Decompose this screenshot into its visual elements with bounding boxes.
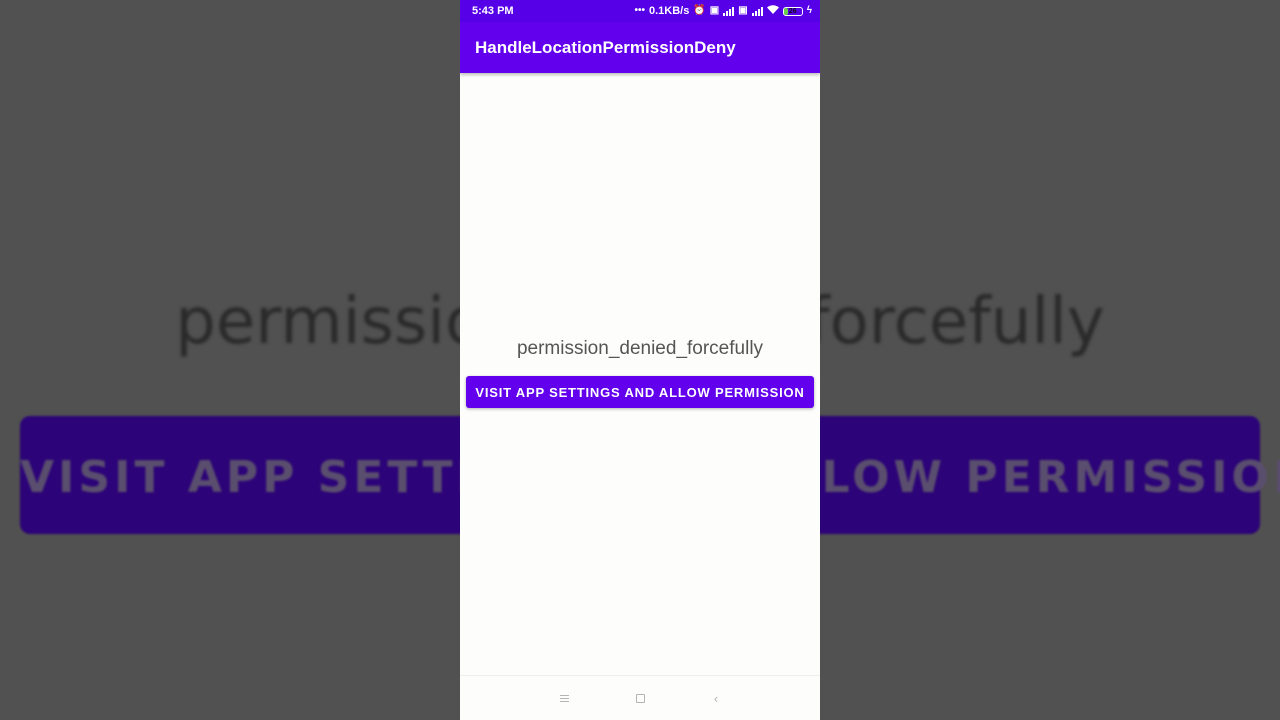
visit-app-settings-button[interactable]: VISIT APP SETTINGS AND ALLOW PERMISSION [466,376,814,408]
main-content: permission_denied_forcefully VISIT APP S… [460,73,820,676]
alarm-icon: ⏰ [693,5,706,16]
signal-icon [723,6,735,16]
phone-screen: 5:43 PM ••• 0.1KB/s ⏰ ▣ ▣ 26 ϟ HandleLoc… [460,0,820,720]
navigation-bar: ‹ [460,675,820,720]
more-dots-icon: ••• [634,5,645,16]
volte-icon: ▣ [738,5,748,16]
back-icon[interactable]: ‹ [707,689,725,707]
battery-icon: 26 [782,6,803,16]
wifi-icon [766,5,779,17]
status-icons: ••• 0.1KB/s ⏰ ▣ ▣ 26 ϟ [634,5,812,17]
volte-icon: ▣ [709,5,720,16]
battery-level: 26 [788,7,797,15]
status-bar: 5:43 PM ••• 0.1KB/s ⏰ ▣ ▣ 26 ϟ [460,0,820,22]
charging-icon: ϟ [806,5,812,16]
status-time: 5:43 PM [472,5,514,17]
home-icon[interactable] [631,689,649,707]
app-title: HandleLocationPermissionDeny [475,37,736,57]
signal-icon [751,6,763,16]
menu-icon[interactable] [555,689,573,707]
permission-message: permission_denied_forcefully [516,338,764,359]
network-speed: 0.1KB/s [648,5,690,17]
app-bar: HandleLocationPermissionDeny [460,22,820,73]
